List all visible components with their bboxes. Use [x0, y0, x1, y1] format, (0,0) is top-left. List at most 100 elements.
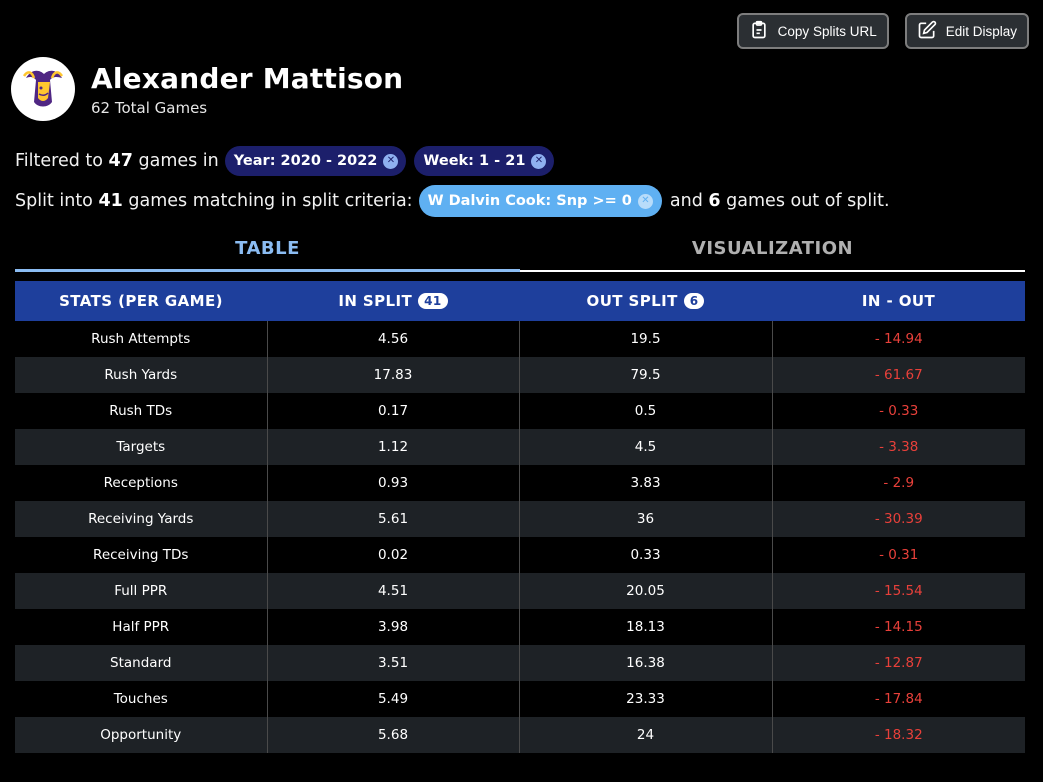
diff-cell: - 0.31	[771, 537, 1025, 573]
view-tabs: TABLE VISUALIZATION	[15, 232, 1025, 272]
in-split-cell: 3.51	[266, 645, 519, 681]
stat-cell: Opportunity	[15, 717, 267, 753]
diff-cell: - 17.84	[771, 681, 1025, 717]
in-split-column-header: IN SPLIT 41	[267, 281, 519, 321]
table-header-row: STATS (PER GAME) IN SPLIT 41 OUT SPLIT 6 I…	[15, 281, 1025, 321]
edit-display-label: Edit Display	[945, 23, 1017, 39]
out-split-cell: 19.5	[518, 321, 772, 357]
table-row: Opportunity 5.68 24- 18.32	[15, 717, 1025, 753]
clipboard-icon	[749, 20, 769, 43]
filter-summary: Filtered to 47 games in Year: 2020 - 202…	[15, 146, 562, 176]
copy-splits-url-button[interactable]: Copy Splits URL	[736, 13, 889, 49]
in-split-cell: 0.93	[266, 465, 519, 501]
diff-cell: - 30.39	[771, 501, 1025, 537]
out-split-cell: 0.5	[518, 393, 772, 429]
in-split-cell: 5.61	[266, 501, 519, 537]
table-row: Standard 3.51 16.38- 12.87	[15, 645, 1025, 681]
filter-suffix: games in	[138, 151, 219, 171]
in-split-header-label: IN SPLIT	[338, 292, 413, 310]
diff-cell: - 61.67	[771, 357, 1025, 393]
year-filter-chip[interactable]: Year: 2020 - 2022 ✕	[224, 146, 407, 176]
in-split-cell: 17.83	[266, 357, 519, 393]
edit-icon	[917, 20, 937, 43]
stat-cell: Standard	[15, 645, 267, 681]
remove-year-filter-icon[interactable]: ✕	[383, 153, 399, 169]
table-row: Half PPR 3.98 18.13- 14.15	[15, 609, 1025, 645]
in-split-cell: 0.17	[266, 393, 519, 429]
table-row: Rush TDs 0.17 0.5- 0.33	[15, 393, 1025, 429]
in-split-cell: 4.51	[266, 573, 519, 609]
stat-cell: Receiving Yards	[15, 501, 267, 537]
stat-cell: Full PPR	[15, 573, 267, 609]
vikings-logo-icon	[11, 57, 75, 121]
out-split-cell: 36	[518, 501, 772, 537]
week-filter-chip[interactable]: Week: 1 - 21 ✕	[414, 146, 555, 176]
diff-cell: - 2.9	[771, 465, 1025, 501]
diff-column-header: IN - OUT	[772, 281, 1025, 321]
stat-cell: Receiving TDs	[15, 537, 267, 573]
split-and-text: and	[669, 191, 703, 211]
remove-split-criteria-icon[interactable]: ✕	[637, 193, 653, 209]
stat-cell: Targets	[15, 429, 267, 465]
diff-cell: - 0.33	[771, 393, 1025, 429]
filter-prefix: Filtered to	[15, 151, 103, 171]
stat-cell: Half PPR	[15, 609, 267, 645]
copy-splits-url-label: Copy Splits URL	[777, 23, 877, 39]
out-split-cell: 16.38	[518, 645, 772, 681]
split-criteria-chip[interactable]: W Dalvin Cook: Snp >= 0 ✕	[418, 185, 662, 217]
table-row: Targets 1.12 4.5- 3.38	[15, 429, 1025, 465]
out-split-cell: 18.13	[518, 609, 772, 645]
split-suffix: games out of split.	[726, 191, 890, 211]
stat-cell: Rush Yards	[15, 357, 267, 393]
diff-cell: - 15.54	[771, 573, 1025, 609]
year-filter-label: Year: 2020 - 2022	[233, 153, 378, 169]
diff-cell: - 3.38	[771, 429, 1025, 465]
split-criteria-label: W Dalvin Cook: Snp >= 0	[427, 193, 632, 209]
out-split-cell: 20.05	[518, 573, 772, 609]
out-split-cell: 3.83	[518, 465, 772, 501]
tab-table[interactable]: TABLE	[15, 232, 520, 272]
in-split-cell: 5.68	[266, 717, 519, 753]
in-split-cell: 4.56	[266, 321, 519, 357]
in-split-cell: 5.49	[266, 681, 519, 717]
split-summary: Split into 41 games matching in split cr…	[15, 185, 890, 217]
remove-week-filter-icon[interactable]: ✕	[531, 153, 547, 169]
table-row: Receptions 0.93 3.83- 2.9	[15, 465, 1025, 501]
split-in-count: 41	[98, 191, 123, 211]
player-header: Alexander Mattison 62 Total Games	[11, 57, 403, 121]
out-split-cell: 79.5	[518, 357, 772, 393]
table-row: Full PPR 4.51 20.05- 15.54	[15, 573, 1025, 609]
week-filter-label: Week: 1 - 21	[423, 153, 526, 169]
diff-cell: - 18.32	[771, 717, 1025, 753]
out-split-cell: 4.5	[518, 429, 772, 465]
filter-count: 47	[108, 151, 133, 171]
out-split-header-label: OUT SPLIT	[586, 292, 678, 310]
edit-display-button[interactable]: Edit Display	[904, 13, 1029, 49]
split-out-count: 6	[708, 191, 721, 211]
table-row: Receiving Yards 5.61 36- 30.39	[15, 501, 1025, 537]
out-split-column-header: OUT SPLIT 6	[519, 281, 772, 321]
splits-table: STATS (PER GAME) IN SPLIT 41 OUT SPLIT 6 I…	[15, 281, 1025, 753]
tab-visualization[interactable]: VISUALIZATION	[520, 232, 1025, 272]
stat-cell: Rush TDs	[15, 393, 267, 429]
split-prefix: Split into	[15, 191, 93, 211]
in-split-cell: 3.98	[266, 609, 519, 645]
diff-cell: - 14.94	[771, 321, 1025, 357]
out-split-cell: 23.33	[518, 681, 772, 717]
table-row: Receiving TDs 0.02 0.33- 0.31	[15, 537, 1025, 573]
diff-cell: - 14.15	[771, 609, 1025, 645]
out-split-count-badge: 6	[683, 293, 705, 309]
in-split-cell: 1.12	[266, 429, 519, 465]
player-name: Alexander Mattison	[91, 61, 404, 95]
in-split-count-badge: 41	[418, 293, 448, 309]
table-row: Touches 5.49 23.33- 17.84	[15, 681, 1025, 717]
diff-cell: - 12.87	[771, 645, 1025, 681]
table-row: Rush Attempts 4.56 19.5- 14.94	[15, 321, 1025, 357]
top-actions: Copy Splits URL Edit Display	[736, 13, 1029, 49]
stat-cell: Receptions	[15, 465, 267, 501]
out-split-cell: 0.33	[518, 537, 772, 573]
table-row: Rush Yards 17.83 79.5- 61.67	[15, 357, 1025, 393]
stat-cell: Rush Attempts	[15, 321, 267, 357]
total-games: 62 Total Games	[91, 98, 208, 117]
in-split-cell: 0.02	[266, 537, 519, 573]
